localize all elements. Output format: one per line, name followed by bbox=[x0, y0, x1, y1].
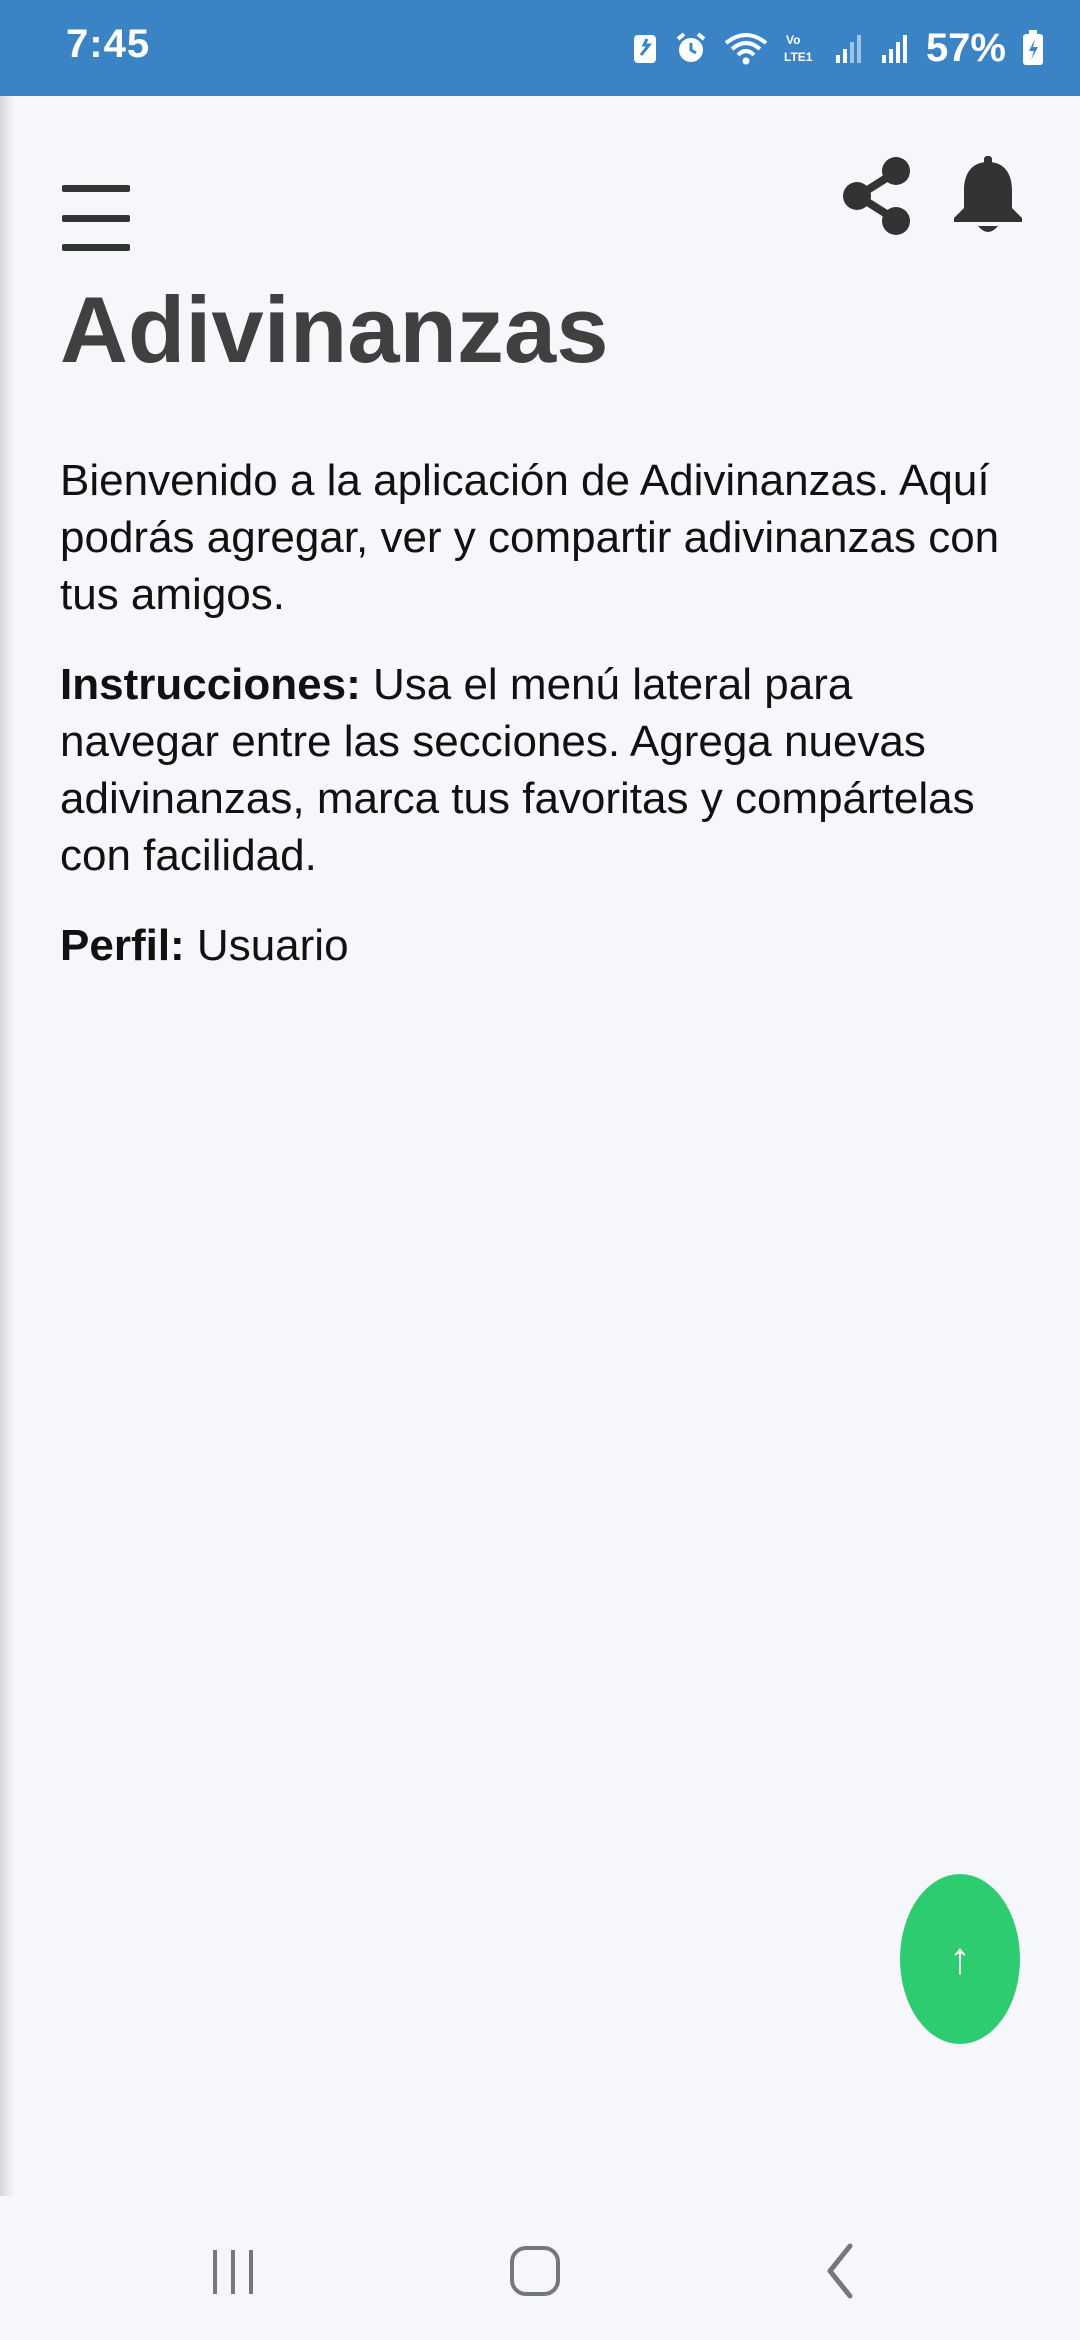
share-icon bbox=[843, 157, 910, 235]
profile-paragraph: Perfil: Usuario bbox=[60, 917, 1020, 974]
back-icon bbox=[827, 2243, 853, 2299]
battery-saver-icon bbox=[632, 31, 658, 65]
main-content: Bienvenido a la aplicación de Adivinanza… bbox=[60, 452, 1020, 1007]
instructions-paragraph: Instrucciones: Usa el menú lateral para … bbox=[60, 656, 1020, 884]
battery-percent: 57% bbox=[925, 25, 1006, 70]
back-button[interactable] bbox=[790, 2226, 890, 2310]
bell-icon bbox=[954, 156, 1022, 232]
wifi-icon bbox=[724, 31, 768, 65]
arrow-up-icon: ↑ bbox=[949, 1934, 971, 1983]
svg-text:Vo: Vo bbox=[786, 33, 800, 47]
scroll-top-button[interactable]: ↑ bbox=[900, 1874, 1020, 2044]
status-bar: 7:45 Vo LTE1 57% bbox=[0, 0, 1080, 96]
alarm-icon bbox=[674, 31, 708, 65]
share-button[interactable] bbox=[840, 154, 914, 238]
recent-apps-icon bbox=[213, 2250, 253, 2294]
battery-icon bbox=[1022, 30, 1044, 66]
home-icon bbox=[510, 2246, 560, 2296]
instructions-label: Instrucciones: bbox=[60, 660, 361, 709]
recent-apps-button[interactable] bbox=[183, 2226, 283, 2310]
signal-2-icon bbox=[880, 31, 910, 65]
notifications-button[interactable] bbox=[950, 154, 1026, 238]
page-title: Adivinanzas bbox=[60, 277, 609, 382]
home-button[interactable] bbox=[485, 2226, 585, 2310]
navigation-bar bbox=[0, 2196, 1080, 2340]
menu-button[interactable] bbox=[60, 185, 132, 253]
status-time: 7:45 bbox=[66, 22, 151, 66]
profile-value: Usuario bbox=[184, 921, 349, 970]
svg-text:LTE1: LTE1 bbox=[784, 50, 813, 64]
lte-label: Vo LTE1 bbox=[784, 31, 818, 65]
welcome-text: Bienvenido a la aplicación de Adivinanza… bbox=[60, 456, 1000, 619]
status-icons: Vo LTE1 57% bbox=[632, 20, 1044, 76]
signal-1-icon bbox=[834, 31, 864, 65]
profile-label: Perfil: bbox=[60, 921, 185, 970]
drawer-edge-shadow bbox=[0, 96, 14, 2196]
